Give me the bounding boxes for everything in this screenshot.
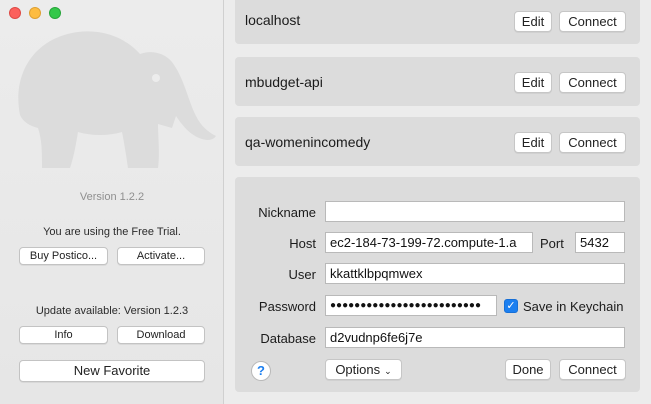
connect-button[interactable]: Connect [559, 11, 626, 32]
version-label: Version 1.2.2 [79, 191, 145, 203]
info-button[interactable]: Info [19, 326, 108, 344]
nickname-label: Nickname [258, 205, 316, 220]
favorite-card-localhost: localhost Edit Connect [235, 0, 640, 44]
database-label: Database [260, 331, 316, 346]
edit-button[interactable]: Edit [514, 132, 552, 153]
elephant-logo-icon [18, 31, 216, 168]
save-keychain-label: Save in Keychain [523, 299, 624, 314]
favorite-name: localhost [245, 12, 301, 28]
edit-button[interactable]: Edit [514, 72, 552, 93]
help-button[interactable]: ? [251, 361, 271, 381]
sidebar: Version 1.2.2 You are using the Free Tri… [0, 0, 224, 404]
chevron-down-icon: ⌄ [384, 366, 392, 376]
zoom-window-button[interactable] [49, 7, 61, 19]
activate-button[interactable]: Activate... [117, 247, 205, 265]
connect-button[interactable]: Connect [559, 359, 626, 380]
options-button[interactable]: Options ⌄ [325, 359, 402, 380]
save-keychain-checkbox[interactable]: ✓ [504, 299, 518, 313]
trial-notice: You are using the Free Trial. [43, 226, 181, 238]
nickname-field[interactable] [325, 201, 625, 222]
edit-button[interactable]: Edit [514, 11, 552, 32]
connect-button[interactable]: Connect [559, 72, 626, 93]
buy-button[interactable]: Buy Postico... [19, 247, 108, 265]
download-button[interactable]: Download [117, 326, 205, 344]
options-label: Options [335, 362, 381, 377]
close-window-button[interactable] [9, 7, 21, 19]
connect-button[interactable]: Connect [559, 132, 626, 153]
done-button[interactable]: Done [505, 359, 551, 380]
password-label: Password [258, 299, 316, 314]
favorite-card-qa-womenincomedy: qa-womenincomedy Edit Connect [235, 117, 640, 166]
new-favorite-button[interactable]: New Favorite [19, 360, 205, 382]
host-label: Host [289, 236, 316, 251]
port-label: Port [540, 236, 564, 251]
connection-form: Nickname Host ec2-184-73-199-72.compute-… [235, 177, 640, 392]
port-field[interactable]: 5432 [575, 232, 625, 253]
user-label: User [288, 267, 316, 282]
password-field[interactable]: ●●●●●●●●●●●●●●●●●●●●●●●●● [325, 295, 497, 316]
host-field[interactable]: ec2-184-73-199-72.compute-1.a [325, 232, 533, 253]
update-notice: Update available: Version 1.2.3 [35, 305, 189, 317]
minimize-window-button[interactable] [29, 7, 41, 19]
favorite-name: qa-womenincomedy [245, 134, 371, 150]
favorite-name: mbudget-api [245, 74, 323, 90]
user-field[interactable]: kkattklbpqmwex [325, 263, 625, 284]
database-field[interactable]: d2vudnp6fe6j7e [325, 327, 625, 348]
favorite-card-mbudget-api: mbudget-api Edit Connect [235, 57, 640, 106]
